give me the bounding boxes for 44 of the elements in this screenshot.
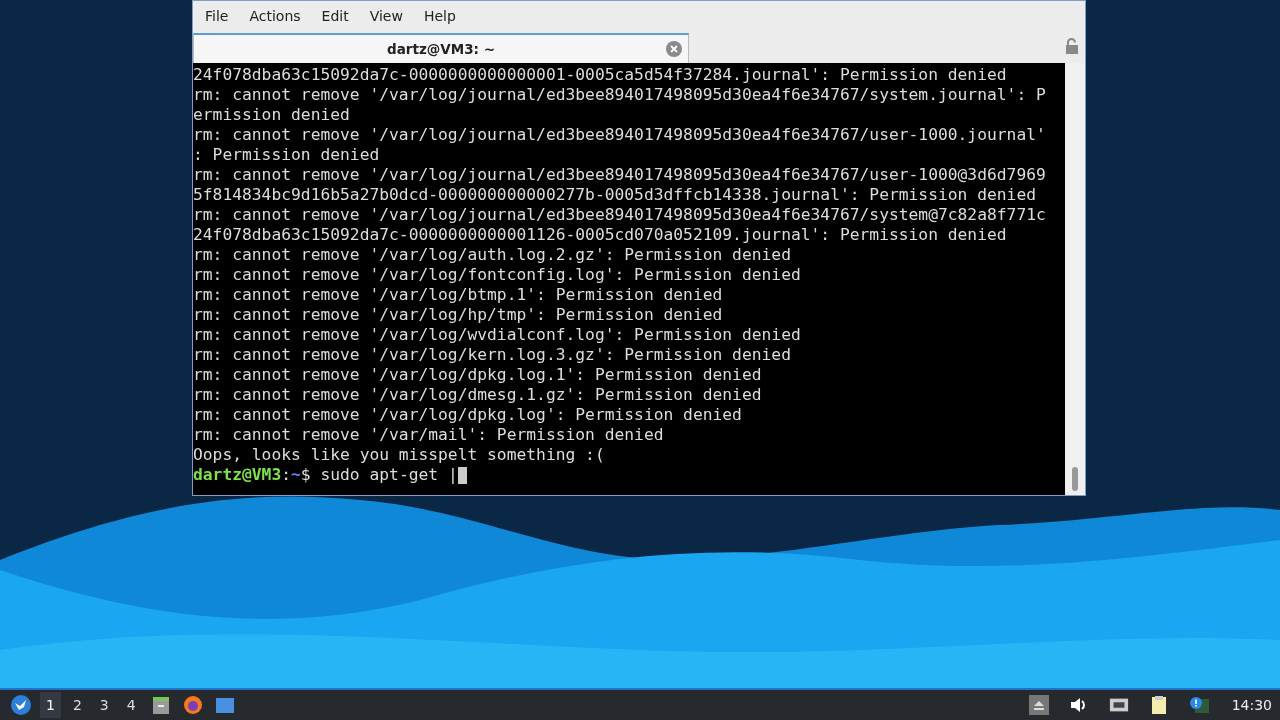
output-line: 24f078dba63c15092da7c-0000000000001126-0005cd070a052109.journal': Permission denied [193,225,1007,245]
workspace-button[interactable]: 3 [93,692,115,718]
output-line: rm: cannot remove '/var/log/btmp.1': Permission denied [193,285,723,305]
output-line: 24f078dba63c15092da7c-0000000000000001-0005ca5d54f37284.journal': Permission denied [193,65,1007,85]
workspace-button[interactable]: 4 [120,692,142,718]
window-icon[interactable] [214,695,235,715]
output-line: rm: cannot remove '/var/log/journal/ed3bee894017498095d30ea4f6e34767/system@7c82a8f771c [193,205,1046,225]
output-line: ermission denied [193,105,350,125]
output-line: rm: cannot remove '/var/mail': Permission denied [193,425,664,445]
eject-icon[interactable] [1028,695,1049,715]
notification-icon[interactable] [1188,695,1209,715]
output-line: Oops, looks like you misspelt something :( [193,445,605,465]
output-line: rm: cannot remove '/var/log/dpkg.log': Permission denied [193,405,742,425]
output-line: rm: cannot remove '/var/log/hp/tmp': Permission denied [193,305,723,325]
prompt-user: dartz@VM3 [193,465,282,485]
workspace-button[interactable]: 2 [66,692,88,718]
output-line: 5f814834bc9d16b5a27b0dcd-000000000000277b-0005d3dffcb14338.journal': Permission denied [193,185,1036,205]
menu-item[interactable]: Edit [313,8,357,24]
file-cabinet-icon[interactable] [150,695,171,715]
menu-item[interactable]: View [361,8,411,24]
menu-item[interactable]: Actions [241,8,309,24]
text-cursor [457,466,467,484]
output-line: rm: cannot remove '/var/log/journal/ed3bee894017498095d30ea4f6e34767/user-1000.journal' [193,125,1046,145]
output-line: rm: cannot remove '/var/log/dmesg.1.gz': Permission denied [193,385,762,405]
output-line: rm: cannot remove '/var/log/wvdialconf.log': Permission denied [193,325,801,345]
menu-item[interactable]: File [197,8,237,24]
prompt-path: ~ [291,465,301,485]
output-line: rm: cannot remove '/var/log/auth.log.2.gz': Permission denied [193,245,791,265]
command-text: $ sudo apt-get | [300,465,458,485]
workspace-button[interactable]: 1 [40,692,61,718]
clock[interactable]: 14:30 [1231,697,1272,713]
output-line: rm: cannot remove '/var/log/kern.log.3.gz': Permission denied [193,345,791,365]
scrollbar-thumb[interactable] [1072,467,1078,491]
output-line: rm: cannot remove '/var/log/fontconfig.log': Permission denied [193,265,801,285]
menu-item[interactable]: Help [415,8,464,24]
browser-icon[interactable] [182,695,203,715]
prompt-separator: : [281,465,292,485]
close-icon[interactable] [666,41,682,57]
output-line: rm: cannot remove '/var/log/dpkg.log.1': Permission denied [193,365,762,385]
output-line: : Permission denied [193,145,380,165]
output-line: rm: cannot remove '/var/log/journal/ed3bee894017498095d30ea4f6e34767/user-1000@3d6d7969 [193,165,1046,185]
padlock-icon[interactable] [1065,38,1079,54]
terminal-tab[interactable]: dartz@VM3: ~ [193,33,689,63]
output-line: rm: cannot remove '/var/log/journal/ed3bee894017498095d30ea4f6e34767/system.journal': P [193,85,1046,105]
